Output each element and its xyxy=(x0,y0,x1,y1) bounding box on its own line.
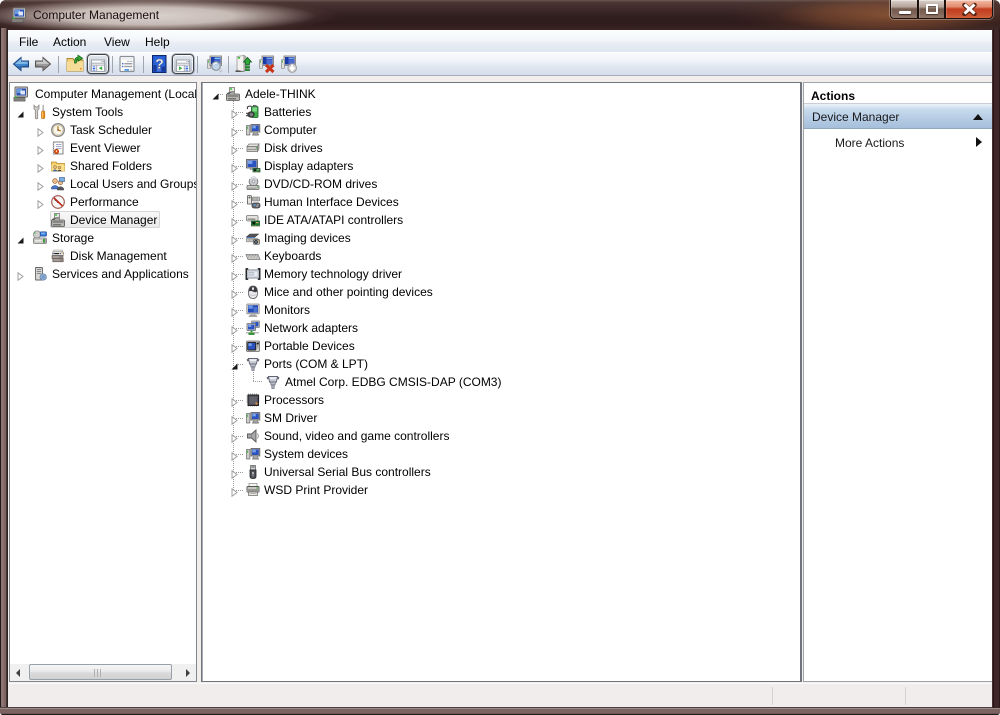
svg-text:?: ? xyxy=(155,56,164,72)
